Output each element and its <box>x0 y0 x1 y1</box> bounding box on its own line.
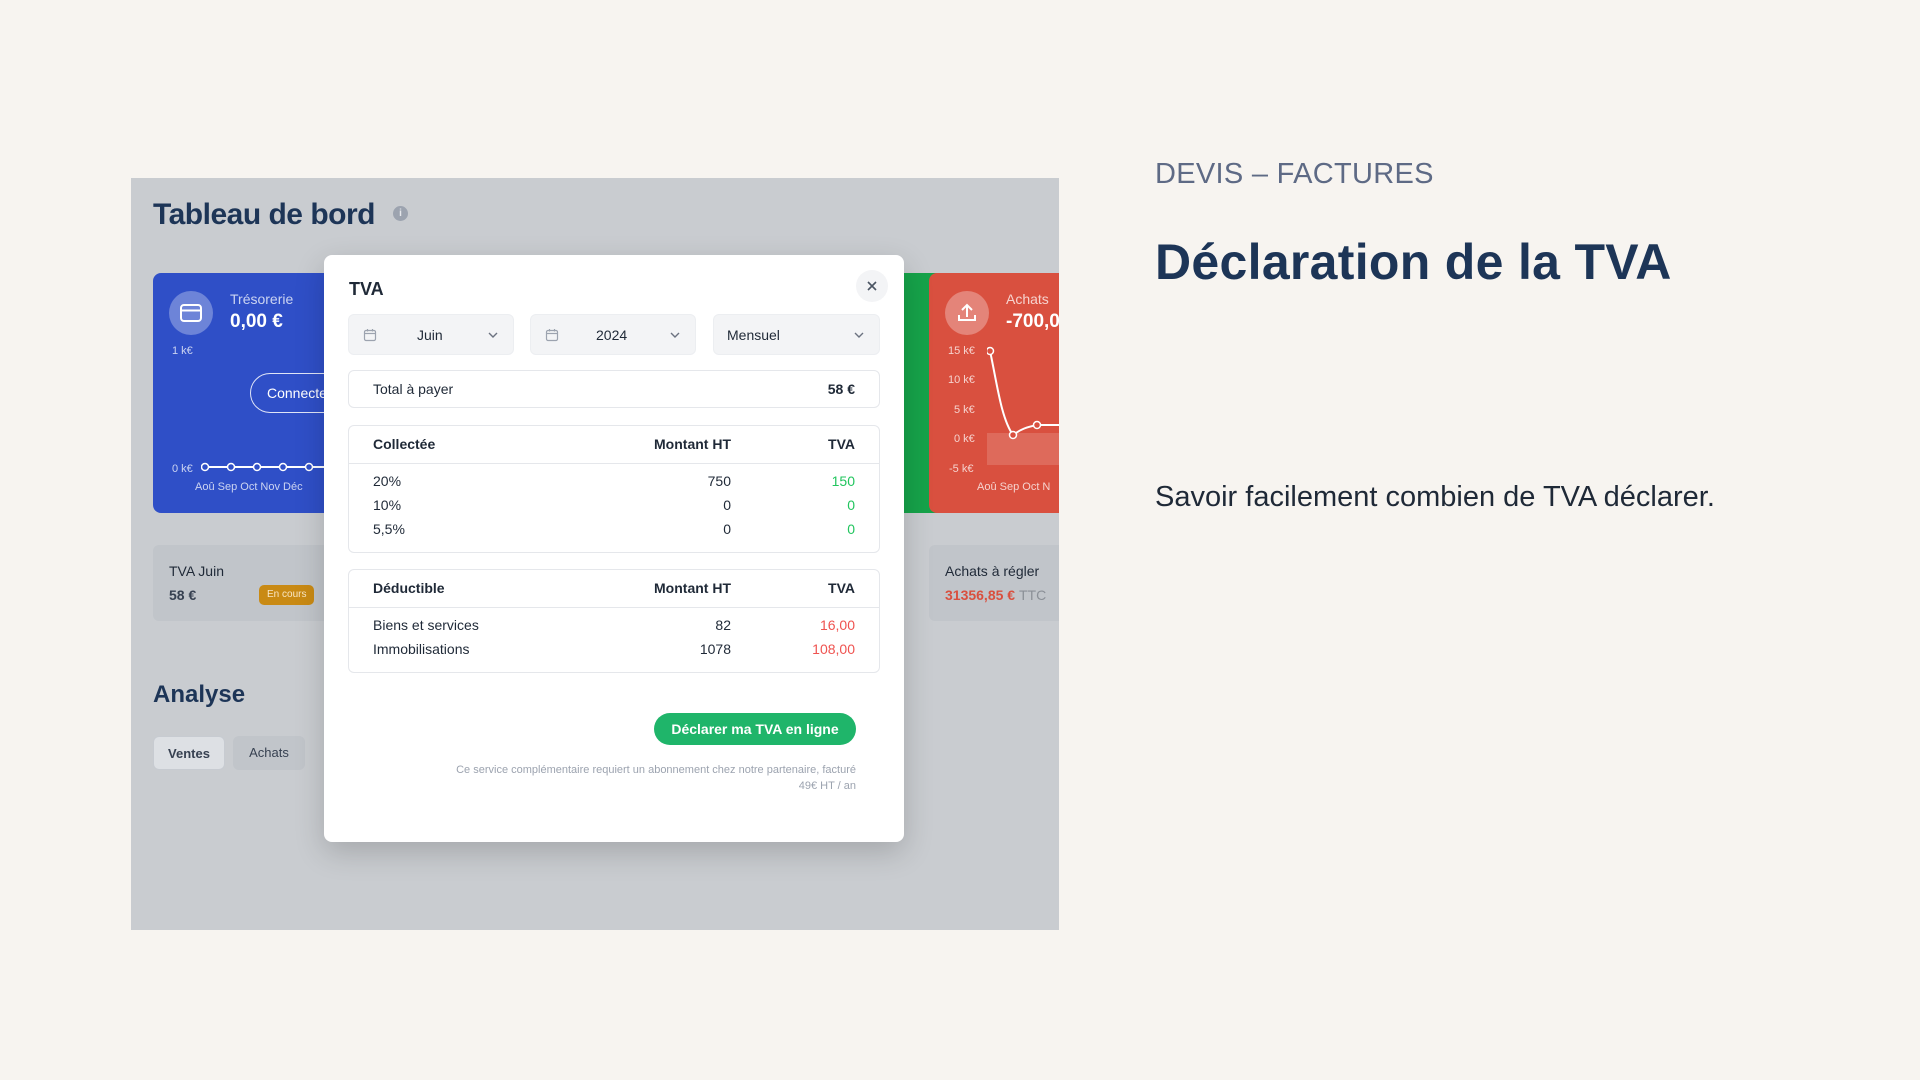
tresorerie-y-top: 1 k€ <box>172 345 193 357</box>
deductible-header: Déductible <box>373 580 445 596</box>
tva-header: TVA <box>828 436 855 452</box>
status-badge: En cours <box>259 585 315 605</box>
upload-icon <box>945 291 989 335</box>
tva-cell: 0 <box>847 497 855 513</box>
tva-cell: 0 <box>847 521 855 537</box>
amount-cell: 0 <box>723 497 731 513</box>
rate-cell: 20% <box>373 473 402 489</box>
dashboard-title: Tableau de bord <box>153 198 375 231</box>
achats-regler-label: Achats à régler <box>945 563 1040 579</box>
tva-cell: 16,00 <box>819 617 855 633</box>
month-value: Juin <box>417 327 443 343</box>
credit-card-icon <box>169 291 213 335</box>
info-icon[interactable]: i <box>393 206 408 221</box>
achats-y-tick: 10 k€ <box>948 374 975 386</box>
tresorerie-card[interactable]: Trésorerie 0,00 € 1 k€ Connecter 0 k€ Ao… <box>153 273 370 513</box>
montant-ht-header: Montant HT <box>654 436 731 452</box>
achats-y-tick: -5 k€ <box>949 463 974 475</box>
achats-regler-value: 31356,85 € <box>945 587 1016 603</box>
tva-cell: 150 <box>831 473 855 489</box>
achats-card[interactable]: Achats -700,0 15 k€ 10 k€ 5 k€ 0 k€ -5 k… <box>929 273 1059 513</box>
period-select[interactable]: Mensuel <box>713 314 880 355</box>
calendar-icon <box>545 329 559 342</box>
achats-label: Achats <box>1006 291 1049 307</box>
chevron-down-icon <box>854 332 864 338</box>
modal-title: TVA <box>349 279 384 299</box>
analyse-title: Analyse <box>153 681 246 708</box>
achats-regler-value-row: 31356,85 € TTC <box>945 587 1046 603</box>
collectee-header: Collectée <box>373 436 436 452</box>
achats-line-chart <box>987 346 1059 465</box>
tva-summary-label: TVA Juin <box>169 563 224 579</box>
year-select[interactable]: 2024 <box>530 314 696 355</box>
period-value: Mensuel <box>727 327 780 343</box>
rate-cell: 5,5% <box>373 521 405 537</box>
amount-cell: 0 <box>723 521 731 537</box>
total-value: 58 € <box>827 381 855 397</box>
tva-summary-card[interactable]: TVA Juin 58 € En cours <box>153 545 353 621</box>
tresorerie-label: Trésorerie <box>230 291 294 307</box>
tresorerie-months: Aoû Sep Oct Nov Déc <box>195 481 303 493</box>
achats-y-tick: 5 k€ <box>954 404 975 416</box>
achats-regler-suffix: TTC <box>1018 587 1047 603</box>
chevron-down-icon <box>670 332 680 338</box>
page-subtitle: Savoir facilement combien de TVA déclare… <box>1155 481 1715 513</box>
tva-header: TVA <box>828 580 855 596</box>
collectee-table: Collectée Montant HT TVA 20% 750 150 10%… <box>348 425 880 553</box>
tab-ventes[interactable]: Ventes <box>153 736 225 770</box>
montant-ht-header: Montant HT <box>654 580 731 596</box>
section-eyebrow: DEVIS – FACTURES <box>1155 158 1434 190</box>
achats-y-tick: 0 k€ <box>954 433 975 445</box>
tva-summary-value: 58 € <box>169 587 197 603</box>
tresorerie-y-bottom: 0 k€ <box>172 463 193 475</box>
achats-y-tick: 15 k€ <box>948 345 975 357</box>
footnote-line: Ce service complémentaire requiert un ab… <box>456 764 856 776</box>
declare-tva-button[interactable]: Déclarer ma TVA en ligne <box>654 713 856 745</box>
close-button[interactable] <box>856 270 888 302</box>
amount-cell: 82 <box>715 617 731 633</box>
total-label: Total à payer <box>373 381 454 397</box>
achats-value: -700,0 <box>1006 311 1059 332</box>
tab-achats[interactable]: Achats <box>233 736 305 770</box>
month-select[interactable]: Juin <box>348 314 514 355</box>
tva-modal: TVA Juin 2024 Mensuel Total à payer 58 €… <box>324 255 904 842</box>
rate-cell: 10% <box>373 497 402 513</box>
footnote: Ce service complémentaire requiert un ab… <box>336 762 856 794</box>
footnote-line: 49€ HT / an <box>798 780 856 792</box>
deductible-table: Déductible Montant HT TVA Biens et servi… <box>348 569 880 673</box>
category-cell: Immobilisations <box>373 641 470 657</box>
tresorerie-value: 0,00 € <box>230 311 283 332</box>
achats-regler-card[interactable]: Achats à régler 31356,85 € TTC <box>929 545 1059 621</box>
category-cell: Biens et services <box>373 617 479 633</box>
amount-cell: 1078 <box>699 641 731 657</box>
total-box: Total à payer 58 € <box>348 370 880 408</box>
amount-cell: 750 <box>707 473 731 489</box>
chevron-down-icon <box>488 332 498 338</box>
achats-months: Aoû Sep Oct N <box>977 481 1051 493</box>
close-icon <box>867 281 877 291</box>
page-title: Déclaration de la TVA <box>1155 234 1672 290</box>
calendar-icon <box>363 329 377 342</box>
year-value: 2024 <box>596 327 628 343</box>
tva-cell: 108,00 <box>812 641 855 657</box>
